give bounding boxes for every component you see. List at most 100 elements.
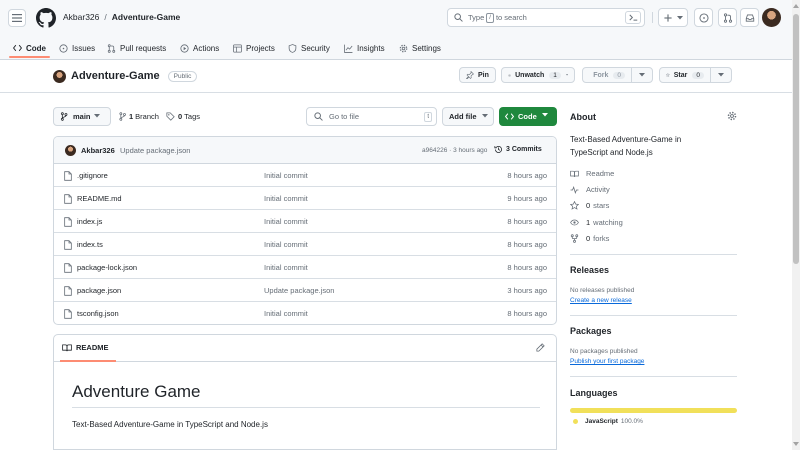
watchers-link[interactable]: 1 watching <box>570 218 623 227</box>
stars-link[interactable]: 0 stars <box>570 201 609 210</box>
tab-pull-requests[interactable]: Pull requests <box>107 36 166 60</box>
file-row[interactable]: package-lock.json Initial commit 8 hours… <box>54 256 556 279</box>
file-name[interactable]: README.md <box>77 194 122 203</box>
tab-actions[interactable]: Actions <box>180 36 219 60</box>
file-name[interactable]: index.js <box>77 217 102 226</box>
menu-button[interactable] <box>8 9 26 27</box>
file-row[interactable]: index.js Initial commit 8 hours ago <box>54 210 556 233</box>
scrollbar-thumb[interactable] <box>793 14 799 264</box>
create-new-button[interactable] <box>658 8 688 27</box>
unwatch-button[interactable]: Unwatch 1 <box>501 67 575 83</box>
eye-icon <box>508 73 512 77</box>
pull-requests-button[interactable] <box>718 8 737 27</box>
branch-selector[interactable]: main <box>53 107 111 126</box>
tab-projects[interactable]: Projects <box>233 36 275 60</box>
create-release-link[interactable]: Create a new release <box>570 297 632 304</box>
language-percent: 100.0% <box>620 418 643 425</box>
breadcrumb-owner[interactable]: Akbar326 <box>63 12 99 22</box>
file-row[interactable]: index.ts Initial commit 8 hours ago <box>54 233 556 256</box>
file-row[interactable]: tsconfig.json Initial commit 8 hours ago <box>54 302 556 324</box>
branches-link[interactable]: 1 Branch <box>119 112 159 121</box>
scroll-up-arrow-icon[interactable] <box>793 3 799 9</box>
language-item[interactable]: JavaScript 100.0% <box>570 418 643 425</box>
file-row[interactable]: README.md Initial commit 9 hours ago <box>54 187 556 210</box>
graph-icon <box>344 44 353 53</box>
git-pull-request-icon <box>723 12 732 23</box>
commit-message[interactable]: Update package.json <box>120 146 190 155</box>
file-name[interactable]: .gitignore <box>77 171 108 180</box>
visibility-badge: Public <box>167 70 198 82</box>
inbox-button[interactable] <box>740 8 759 27</box>
breadcrumb-repo[interactable]: Adventure-Game <box>112 12 181 22</box>
file-name[interactable]: package.json <box>77 286 121 295</box>
file-commit-message[interactable]: Initial commit <box>264 171 308 180</box>
sidebar-divider <box>570 315 737 316</box>
file-commit-message[interactable]: Initial commit <box>264 240 308 249</box>
fork-dropdown-button[interactable] <box>631 67 653 83</box>
file-commit-message[interactable]: Update package.json <box>264 286 334 295</box>
file-commit-message[interactable]: Initial commit <box>264 263 308 272</box>
commits-link[interactable]: 3 Commits <box>494 145 542 154</box>
file-commit-message[interactable]: Initial commit <box>264 217 308 226</box>
packages-title[interactable]: Packages <box>570 326 612 336</box>
fork-button[interactable]: Fork 0 <box>582 67 632 83</box>
user-avatar[interactable] <box>762 8 781 27</box>
tab-insights[interactable]: Insights <box>344 36 385 60</box>
tab-security[interactable]: Security <box>288 36 330 60</box>
file-name[interactable]: package-lock.json <box>77 263 137 272</box>
tab-issues[interactable]: Issues <box>59 36 95 60</box>
tab-settings[interactable]: Settings <box>399 36 441 60</box>
go-to-file-input[interactable]: Go to file t <box>306 107 437 126</box>
header-divider <box>652 12 653 23</box>
sidebar-divider <box>570 254 737 255</box>
tags-link[interactable]: 0 Tags <box>166 112 200 121</box>
commit-meta[interactable]: a964226 · 3 hours ago <box>422 147 487 154</box>
fork-label: Fork <box>593 71 609 79</box>
table-icon <box>233 43 242 53</box>
star-dropdown-button[interactable] <box>710 67 732 83</box>
code-icon <box>13 44 22 52</box>
pin-label: Pin <box>478 71 489 79</box>
file-name[interactable]: index.ts <box>77 240 103 249</box>
file-row[interactable]: package.json Update package.json 3 hours… <box>54 279 556 302</box>
activity-link[interactable]: Activity <box>570 185 610 194</box>
tab-issues-label: Issues <box>72 43 96 53</box>
star-button[interactable]: Star 0 <box>659 67 711 83</box>
code-dropdown-button[interactable]: Code <box>499 107 557 126</box>
github-logo-icon[interactable] <box>36 8 56 28</box>
file-row[interactable]: .gitignore Initial commit 8 hours ago <box>54 164 556 187</box>
commit-author-avatar[interactable] <box>65 145 76 156</box>
pencil-icon[interactable] <box>536 343 545 352</box>
file-browser: Akbar326 Update package.json a964226 · 3… <box>53 136 557 325</box>
gear-icon[interactable] <box>727 111 737 121</box>
file-commit-message[interactable]: Initial commit <box>264 309 308 318</box>
scroll-down-arrow-icon[interactable] <box>793 441 799 447</box>
global-header: Akbar326 / Adventure-Game Type / to sear… <box>0 0 800 60</box>
add-file-button[interactable]: Add file <box>442 107 494 126</box>
file-icon <box>64 286 72 296</box>
breadcrumb: Akbar326 / Adventure-Game <box>63 12 180 22</box>
search-input[interactable]: Type / to search <box>447 8 645 27</box>
activity-link-label: Activity <box>586 185 610 194</box>
command-palette-button[interactable] <box>625 11 641 24</box>
publish-package-link[interactable]: Publish your first package <box>570 358 644 365</box>
forks-link[interactable]: 0 forks <box>570 234 609 243</box>
inbox-icon <box>745 13 754 22</box>
repo-name[interactable]: Adventure-Game <box>71 70 160 82</box>
page-scrollbar[interactable] <box>792 0 800 450</box>
file-icon <box>64 194 72 204</box>
readme-tab-label: README <box>76 343 109 352</box>
commit-author[interactable]: Akbar326 <box>81 146 115 155</box>
releases-title[interactable]: Releases <box>570 265 609 275</box>
issues-button[interactable] <box>694 8 713 27</box>
pin-button[interactable]: Pin <box>459 67 496 83</box>
owner-avatar[interactable] <box>53 69 66 83</box>
readme-link[interactable]: Readme <box>570 169 614 178</box>
file-commit-time: 8 hours ago <box>507 217 547 226</box>
repo-title-bar: Adventure-Game Public <box>53 68 198 84</box>
readme-heading: Adventure Game <box>72 382 201 401</box>
readme-tab[interactable]: README <box>62 343 109 352</box>
tab-insights-label: Insights <box>357 43 385 53</box>
file-name[interactable]: tsconfig.json <box>77 309 119 318</box>
file-commit-message[interactable]: Initial commit <box>264 194 308 203</box>
